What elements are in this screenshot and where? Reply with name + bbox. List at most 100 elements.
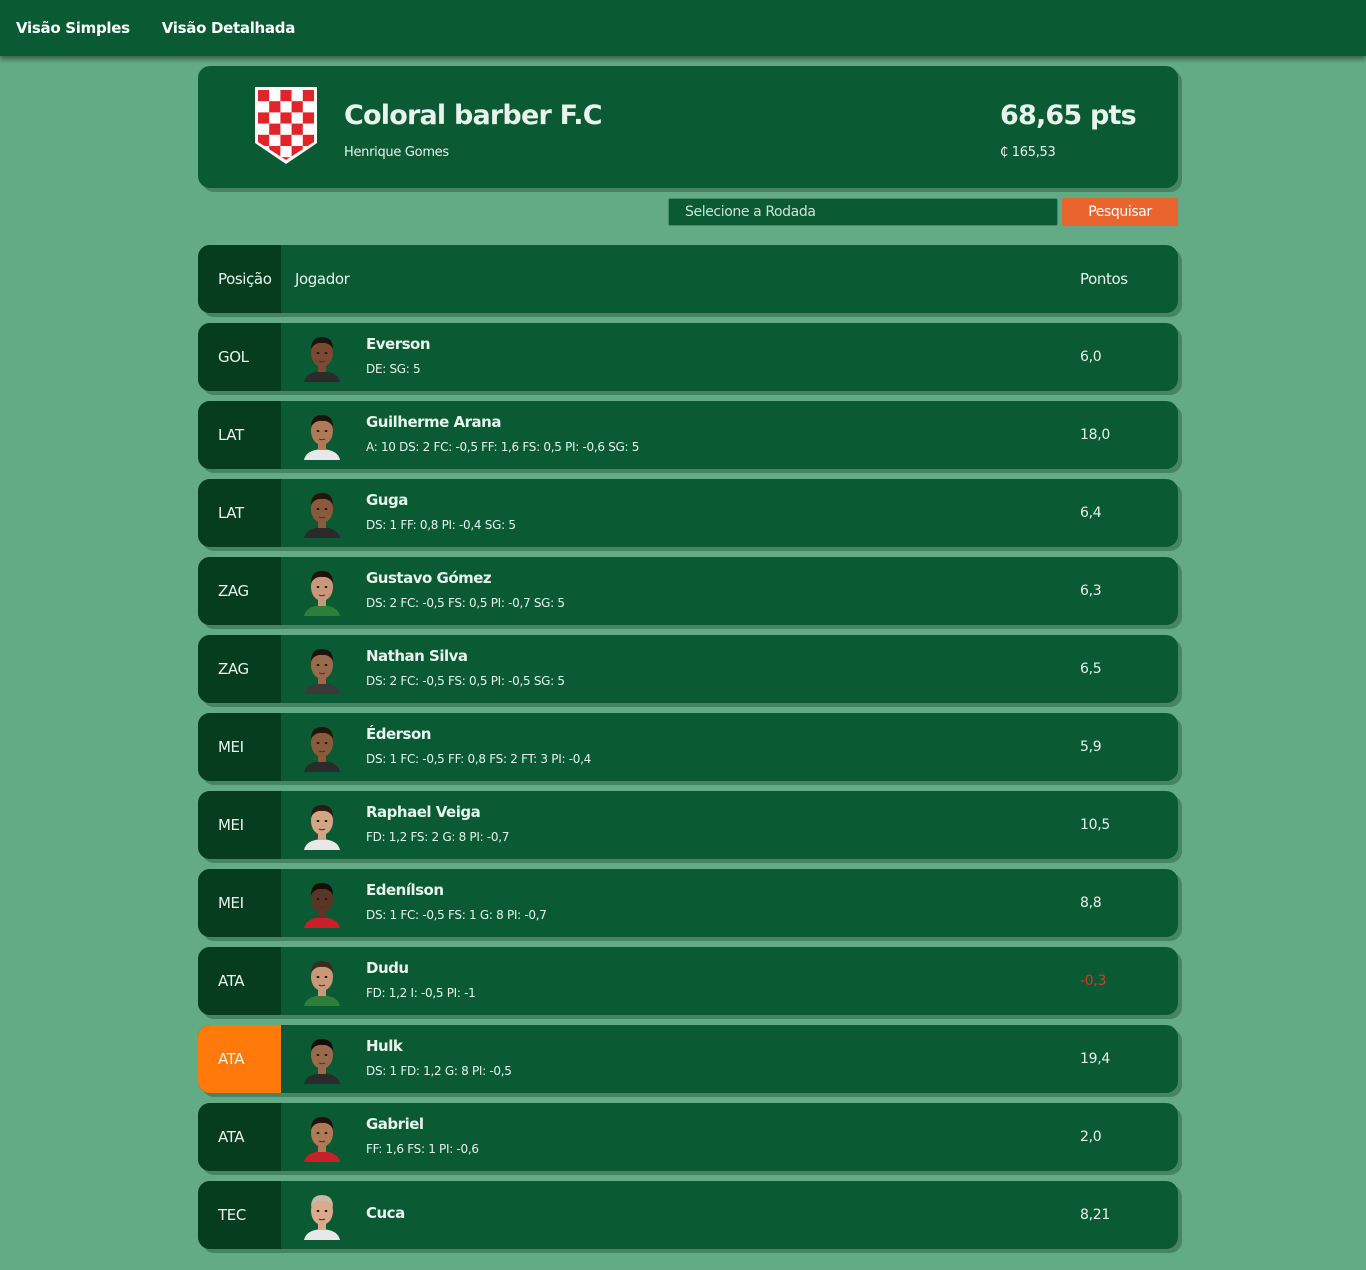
player-points: 10,5 — [1080, 817, 1110, 833]
player-row: ZAG Nathan Silva DS: 2 FC: -0,5 FS: 0,5 PI… — [198, 635, 1178, 703]
player-stats: DS: 2 FC: -0,5 FS: 0,5 PI: -0,7 SG: 5 — [366, 596, 565, 610]
player-name: Everson — [366, 335, 431, 353]
round-search: Pesquisar — [198, 198, 1178, 228]
badge-square — [280, 146, 292, 158]
team-badge-icon — [255, 87, 317, 164]
player-stats: FF: 1,6 FS: 1 PI: -0,6 — [366, 1142, 479, 1156]
player-avatar — [302, 1190, 342, 1240]
player-position: ATA — [198, 1103, 281, 1171]
nav-detailed-view[interactable]: Visão Detalhada — [162, 19, 296, 37]
player-info: Hulk DS: 1 FD: 1,2 G: 8 PI: -0,5 — [366, 1037, 512, 1078]
player-avatar — [302, 722, 342, 772]
round-select-input[interactable] — [668, 198, 1058, 226]
player-row: LAT Guga DS: 1 FF: 0,8 PI: -0,4 SG: 5 6,4 — [198, 479, 1178, 547]
player-points: 18,0 — [1080, 427, 1110, 443]
player-info: Éderson DS: 1 FC: -0,5 FF: 0,8 FS: 2 FT: … — [366, 725, 591, 766]
player-row: ATA Hulk DS: 1 FD: 1,2 G: 8 PI: -0,5 19,4 — [198, 1025, 1178, 1093]
player-name: Nathan Silva — [366, 647, 468, 665]
player-avatar — [302, 332, 342, 382]
player-name: Edenílson — [366, 881, 444, 899]
badge-square — [291, 112, 303, 124]
player-points: 6,4 — [1080, 505, 1102, 521]
player-avatar — [302, 644, 342, 694]
player-info: Guga DS: 1 FF: 0,8 PI: -0,4 SG: 5 — [366, 491, 516, 532]
player-stats: A: 10 DS: 2 FC: -0,5 FF: 1,6 FS: 0,5 PI:… — [366, 440, 640, 454]
player-name: Gabriel — [366, 1115, 424, 1133]
player-avatar — [302, 1112, 342, 1162]
header-position: Posição — [198, 245, 281, 313]
player-row: MEI Raphael Veiga FD: 1,2 FS: 2 G: 8 PI: -… — [198, 791, 1178, 859]
player-position: GOL — [198, 323, 281, 391]
badge-square — [258, 101, 270, 113]
player-row: TEC Cuca 8,21 — [198, 1181, 1178, 1249]
main-content: Coloral barber F.C Henrique Gomes 68,65 … — [188, 66, 1178, 1249]
player-info: Raphael Veiga FD: 1,2 FS: 2 G: 8 PI: -0,7 — [366, 803, 509, 844]
player-info: Everson DE: SG: 5 — [366, 335, 431, 376]
badge-square — [269, 134, 281, 147]
player-position: MEI — [198, 869, 281, 937]
player-row: MEI Edenílson DS: 1 FC: -0,5 FS: 1 G: 8 PI… — [198, 869, 1178, 937]
badge-square — [302, 90, 314, 102]
badge-square — [280, 90, 292, 102]
player-position: ATA — [198, 1025, 281, 1093]
badge-square — [291, 90, 303, 102]
badge-square — [269, 90, 281, 102]
player-stats: DS: 1 FC: -0,5 FF: 0,8 FS: 2 FT: 3 PI: -… — [366, 752, 591, 766]
player-position: TEC — [198, 1181, 281, 1249]
badge-square — [258, 123, 270, 135]
player-points: 6,3 — [1080, 583, 1102, 599]
player-avatar — [302, 1034, 342, 1084]
player-position: ATA — [198, 947, 281, 1015]
badge-square — [269, 123, 281, 135]
team-card: Coloral barber F.C Henrique Gomes 68,65 … — [198, 66, 1178, 188]
player-info: Guilherme Arana A: 10 DS: 2 FC: -0,5 FF: … — [366, 413, 639, 454]
player-name: Guga — [366, 491, 408, 509]
player-avatar — [302, 956, 342, 1006]
player-name: Éderson — [366, 725, 431, 743]
player-row: GOL Everson DE: SG: 5 6,0 — [198, 323, 1178, 391]
badge-square — [269, 101, 281, 113]
nav-simple-view[interactable]: Visão Simples — [16, 19, 130, 37]
search-button[interactable]: Pesquisar — [1062, 198, 1178, 226]
player-row: LAT Guilherme Arana A: 10 DS: 2 FC: -0,5 F… — [198, 401, 1178, 469]
team-name: Coloral barber F.C — [344, 100, 603, 131]
player-name: Raphael Veiga — [366, 803, 481, 821]
player-avatar — [302, 566, 342, 616]
player-points: 8,8 — [1080, 895, 1102, 911]
player-points: 2,0 — [1080, 1129, 1102, 1145]
player-stats: FD: 1,2 I: -0,5 PI: -1 — [366, 986, 476, 1000]
player-row: ATA Gabriel FF: 1,6 FS: 1 PI: -0,6 2,0 — [198, 1103, 1178, 1171]
team-score: 68,65 pts ₵ 165,53 — [1000, 100, 1137, 160]
player-row: ZAG Gustavo Gómez DS: 2 FC: -0,5 FS: 0,5 P… — [198, 557, 1178, 625]
player-position: ZAG — [198, 557, 281, 625]
badge-square — [280, 112, 292, 124]
header-points: Pontos — [1080, 270, 1128, 288]
player-position: LAT — [198, 401, 281, 469]
team-info: Coloral barber F.C Henrique Gomes — [344, 100, 603, 160]
player-avatar — [302, 878, 342, 928]
player-stats: DS: 2 FC: -0,5 FS: 0,5 PI: -0,5 SG: 5 — [366, 674, 565, 688]
player-position: ZAG — [198, 635, 281, 703]
player-row: MEI Éderson DS: 1 FC: -0,5 FF: 0,8 FS: 2 F… — [198, 713, 1178, 781]
badge-square — [302, 101, 314, 113]
player-info: Edenílson DS: 1 FC: -0,5 FS: 1 G: 8 PI: -… — [366, 881, 547, 922]
player-points: 8,21 — [1080, 1207, 1110, 1223]
player-name: Hulk — [366, 1037, 403, 1055]
player-info: Gustavo Gómez DS: 2 FC: -0,5 FS: 0,5 PI: … — [366, 569, 565, 610]
badge-square — [291, 101, 303, 113]
player-row: ATA Dudu FD: 1,2 I: -0,5 PI: -1 -0,3 — [198, 947, 1178, 1015]
player-info: Gabriel FF: 1,6 FS: 1 PI: -0,6 — [366, 1115, 479, 1156]
badge-square — [302, 157, 314, 160]
badge-square — [291, 134, 303, 147]
badge-square — [280, 123, 292, 135]
player-avatar — [302, 800, 342, 850]
badge-square — [258, 157, 270, 160]
player-points: 19,4 — [1080, 1051, 1110, 1067]
badge-square — [291, 123, 303, 135]
player-points: 6,5 — [1080, 661, 1102, 677]
player-name: Gustavo Gómez — [366, 569, 492, 587]
player-avatar — [302, 410, 342, 460]
badge-square — [280, 101, 292, 113]
player-stats: DS: 1 FC: -0,5 FS: 1 G: 8 PI: -0,7 — [366, 908, 547, 922]
player-info: Dudu FD: 1,2 I: -0,5 PI: -1 — [366, 959, 476, 1000]
